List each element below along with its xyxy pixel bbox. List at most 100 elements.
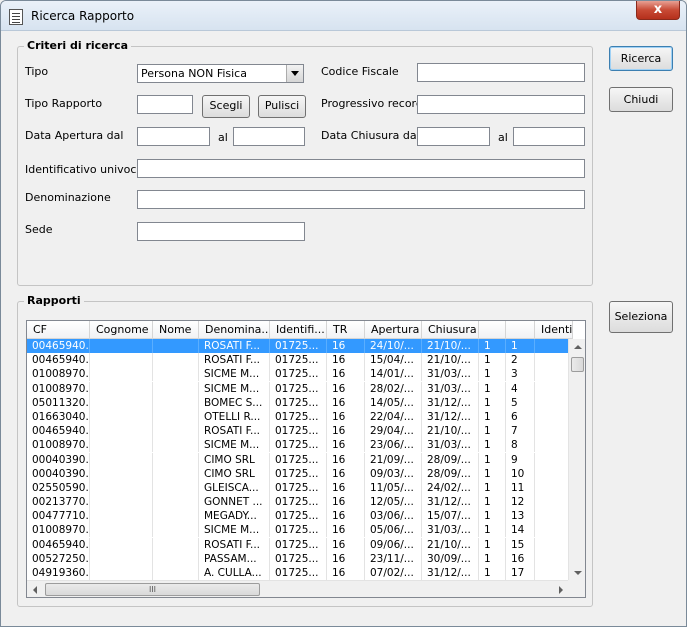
table-cell [153,537,199,552]
scegli-button[interactable]: Scegli [202,95,250,118]
table-cell [90,523,153,538]
ricerca-button[interactable]: Ricerca [609,46,673,71]
table-cell: ROSATI F... [199,353,270,368]
table-cell: ROSATI F... [199,537,270,552]
table-row[interactable]: 00465940... ROSATI F... 01725... 16 09/06/..… [27,537,569,552]
table-cell: 8 [506,438,535,453]
column-header[interactable]: Cognome [90,321,153,339]
vertical-scrollbar[interactable] [568,339,585,581]
scroll-up-icon[interactable] [569,339,585,356]
table-cell: 31/12/... [422,409,479,424]
scroll-down-icon[interactable] [569,564,585,581]
table-cell [153,509,199,524]
table-row[interactable]: 02550590... GLEISCA... 01725... 16 11/05/...… [27,480,569,495]
table-cell: 13 [506,509,535,524]
sede-input[interactable] [137,222,305,241]
table-row[interactable]: 00040390... CIMO SRL 01725... 16 09/03/... 28… [27,466,569,481]
table-cell: PASSAM... [199,551,270,566]
column-header[interactable]: Identifi... [270,321,327,339]
table-cell: 16 [327,495,365,510]
table-cell: MEGADY... [199,509,270,524]
column-header[interactable] [479,321,506,339]
pulisci-button[interactable]: Pulisci [258,95,306,118]
table-cell: 16 [327,395,365,410]
list-body[interactable]: 00465940... ROSATI F... 01725... 16 24/10/..… [27,339,569,581]
table-row[interactable]: 05011320... BOMEC S... 01725... 16 14/05/...… [27,395,569,410]
vertical-scroll-thumb[interactable] [571,357,584,372]
column-header[interactable]: TR [327,321,365,339]
data-apertura-dal-input[interactable] [137,127,210,146]
column-header[interactable]: Apertura [365,321,422,339]
table-cell: 14 [506,523,535,538]
table-row[interactable]: 00465940... ROSATI F... 01725... 16 29/04/..… [27,424,569,439]
table-cell: 3 [506,367,535,382]
scroll-right-icon[interactable] [552,581,569,597]
table-cell: 16 [327,480,365,495]
table-cell: 16 [327,381,365,396]
close-button[interactable]: x [636,1,680,20]
column-header[interactable]: Denomina... [199,321,270,339]
table-cell: ROSATI F... [199,339,270,353]
table-cell: 05011320... [27,395,90,410]
table-row[interactable]: 01008970... SICME M... 01725... 16 14/01/...… [27,367,569,382]
progressivo-record-input[interactable] [417,95,585,114]
codice-fiscale-label: Codice Fiscale [321,65,399,78]
title-bar[interactable]: Ricerca Rapporto x [1,1,686,31]
table-row[interactable]: 01008970... SICME M... 01725... 16 23/06/...… [27,438,569,453]
column-header[interactable]: CF [27,321,90,339]
chiudi-button[interactable]: Chiudi [609,87,673,112]
table-row[interactable]: 00527250... PASSAM... 01725... 16 23/11/... 3… [27,551,569,566]
table-cell: 04919360... [27,566,90,580]
table-cell: 1 [479,353,506,368]
table-cell: 1 [479,566,506,580]
table-cell: 1 [479,480,506,495]
table-row[interactable]: 00040390... CIMO SRL 01725... 16 21/09/... 28… [27,452,569,467]
tipo-rapporto-input[interactable] [137,95,193,114]
table-cell: 1 [479,409,506,424]
table-row[interactable]: 00477710... MEGADY... 01725... 16 03/06/... 1… [27,509,569,524]
table-cell [90,466,153,481]
table-cell [90,353,153,368]
table-cell [90,367,153,382]
scrollbar-corner [568,580,585,597]
horizontal-scrollbar[interactable]: III [27,580,569,597]
table-cell: SICME M... [199,367,270,382]
column-header[interactable]: Nome [153,321,199,339]
table-cell [90,395,153,410]
table-row[interactable]: 01663040... OTELLI R... 01725... 16 22/04/..… [27,409,569,424]
table-row[interactable]: 00213770... GONNET ... 01725... 16 12/05/...… [27,495,569,510]
horizontal-scroll-thumb[interactable]: III [45,583,260,596]
column-header[interactable] [506,321,535,339]
column-header[interactable]: Chiusura [422,321,479,339]
table-cell: 9 [506,452,535,467]
table-cell: 30/09/... [422,551,479,566]
table-cell: 01725... [270,537,327,552]
sede-label: Sede [25,223,53,236]
table-row[interactable]: 04919360... A. CULLA... 01725... 16 07/02/..… [27,566,569,580]
data-chiusura-al-input[interactable] [513,127,585,146]
table-cell: 16 [327,409,365,424]
table-row[interactable]: 01008970... SICME M... 01725... 16 28/02/...… [27,381,569,396]
identificativo-univoco-input[interactable] [137,159,585,178]
chevron-down-icon[interactable] [286,65,303,82]
codice-fiscale-input[interactable] [417,63,585,82]
data-apertura-al-input[interactable] [233,127,305,146]
table-cell [153,523,199,538]
seleziona-button[interactable]: Seleziona [609,301,673,333]
table-row[interactable]: 01008970... SICME M... 01725... 16 05/06/...… [27,523,569,538]
denominazione-input[interactable] [137,190,585,209]
table-row[interactable]: 00465940... ROSATI F... 01725... 16 15/04/..… [27,353,569,368]
rapporti-list[interactable]: CF Cognome Nome Denomina... Identifi... TR Ape… [26,320,586,598]
table-row[interactable]: 00465940... ROSATI F... 01725... 16 24/10/..… [27,339,569,354]
table-cell: 5 [506,395,535,410]
tipo-dropdown[interactable]: Persona NON Fisica [137,64,304,83]
table-cell [90,495,153,510]
scroll-left-icon[interactable] [27,581,44,597]
app-icon [9,9,23,25]
table-cell: 09/03/... [365,466,422,481]
table-cell: 31/03/... [422,381,479,396]
table-cell: 00040390... [27,452,90,467]
column-header[interactable]: Identif [535,321,573,339]
table-cell: 16 [327,452,365,467]
data-chiusura-dal-input[interactable] [417,127,490,146]
